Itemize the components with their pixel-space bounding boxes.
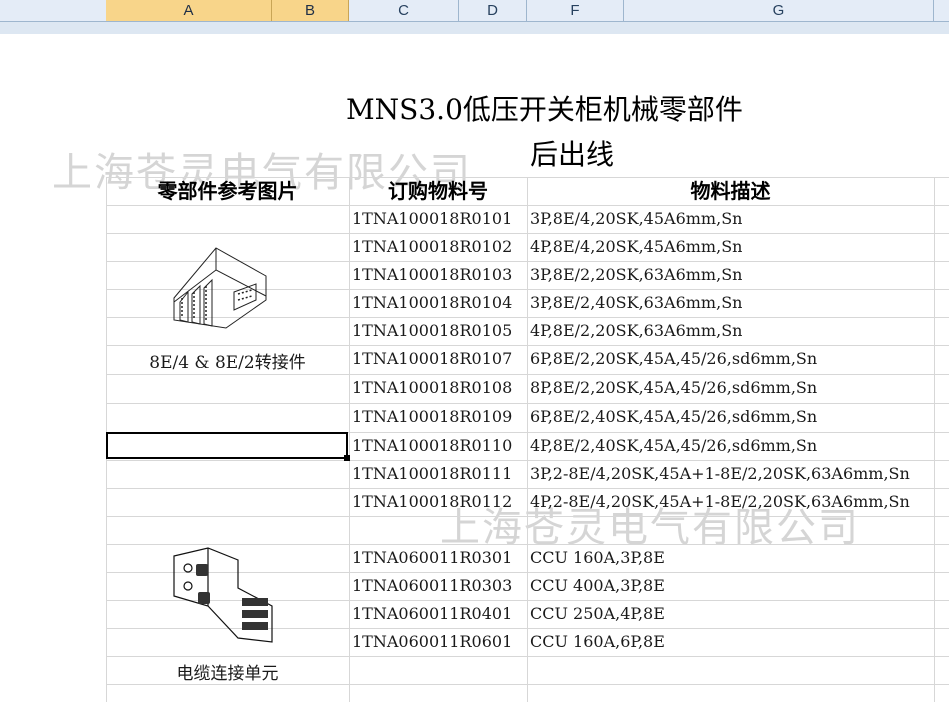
description-cell[interactable]: 4P,2-8E/4,20SK,45A+1-8E/2,20SK,63A6mm,Sn [530, 488, 945, 516]
order-code-cell[interactable]: 1TNA060011R0303 [352, 572, 526, 600]
description-cell[interactable]: 3P,8E/2,40SK,63A6mm,Sn [530, 289, 945, 317]
sheet-top-gap [0, 22, 949, 34]
order-code-cell[interactable]: 1TNA100018R0108 [352, 374, 526, 402]
order-code-cell[interactable]: 1TNA060011R0301 [352, 544, 526, 572]
order-code-cell[interactable]: 1TNA100018R0111 [352, 460, 526, 488]
column-header-g[interactable]: G [624, 0, 934, 21]
order-code-cell[interactable]: 1TNA100018R0109 [352, 403, 526, 431]
cable-connection-unit-image [173, 547, 273, 643]
order-code-cell[interactable]: 1TNA100018R0101 [352, 205, 526, 233]
column-header-bar: A B C D F G [0, 0, 949, 22]
column-header-f[interactable]: F [527, 0, 624, 21]
order-code-cell[interactable]: 1TNA100018R0105 [352, 317, 526, 345]
description-cell[interactable]: 4P,8E/4,20SK,45A6mm,Sn [530, 233, 945, 261]
column-header-a[interactable]: A [106, 0, 272, 21]
description-cell[interactable]: CCU 160A,6P,8E [530, 628, 945, 656]
column-header-b[interactable]: B [272, 0, 349, 21]
description-cell[interactable]: 4P,8E/2,40SK,45A,45/26,sd6mm,Sn [530, 432, 945, 460]
header-order-no: 订购物料号 [388, 179, 488, 203]
selected-cell[interactable] [106, 432, 348, 459]
page-subtitle: 后出线 [530, 138, 615, 171]
order-code-cell[interactable]: 1TNA100018R0110 [352, 432, 526, 460]
order-code-cell[interactable]: 1TNA060011R0601 [352, 628, 526, 656]
description-cell[interactable]: 8P,8E/2,20SK,45A,45/26,sd6mm,Sn [530, 374, 945, 402]
order-code-cell[interactable]: 1TNA060011R0401 [352, 600, 526, 628]
adapter-part-image [173, 247, 267, 329]
grid-vline [349, 177, 350, 702]
description-cell[interactable]: CCU 160A,3P,8E [530, 544, 945, 572]
header-image: 零部件参考图片 [157, 179, 298, 203]
description-cell[interactable]: 6P,8E/2,40SK,45A,45/26,sd6mm,Sn [530, 403, 945, 431]
description-cell[interactable]: 3P,2-8E/4,20SK,45A+1-8E/2,20SK,63A6mm,Sn [530, 460, 945, 488]
description-cell[interactable]: 4P,8E/2,20SK,63A6mm,Sn [530, 317, 945, 345]
order-code-cell[interactable]: 1TNA100018R0104 [352, 289, 526, 317]
description-cell[interactable]: CCU 400A,3P,8E [530, 572, 945, 600]
page-title: MNS3.0低压开关柜机械零部件 [346, 93, 743, 126]
description-cell[interactable]: 6P,8E/2,20SK,45A,45/26,sd6mm,Sn [530, 345, 945, 373]
column-header-c[interactable]: C [349, 0, 459, 21]
description-cell[interactable]: 3P,8E/4,20SK,45A6mm,Sn [530, 205, 945, 233]
group2-caption: 电缆连接单元 [176, 664, 279, 684]
order-code-cell[interactable]: 1TNA100018R0112 [352, 488, 526, 516]
group1-caption: 8E/4 & 8E/2转接件 [149, 353, 306, 373]
order-code-cell[interactable]: 1TNA100018R0103 [352, 261, 526, 289]
column-header-d[interactable]: D [459, 0, 527, 21]
description-cell[interactable]: CCU 250A,4P,8E [530, 600, 945, 628]
fill-handle[interactable] [344, 455, 350, 461]
order-code-cell[interactable]: 1TNA100018R0107 [352, 345, 526, 373]
grid-vline [527, 177, 528, 702]
description-cell[interactable]: 3P,8E/2,20SK,63A6mm,Sn [530, 261, 945, 289]
header-desc: 物料描述 [690, 179, 771, 203]
order-code-cell[interactable]: 1TNA100018R0102 [352, 233, 526, 261]
